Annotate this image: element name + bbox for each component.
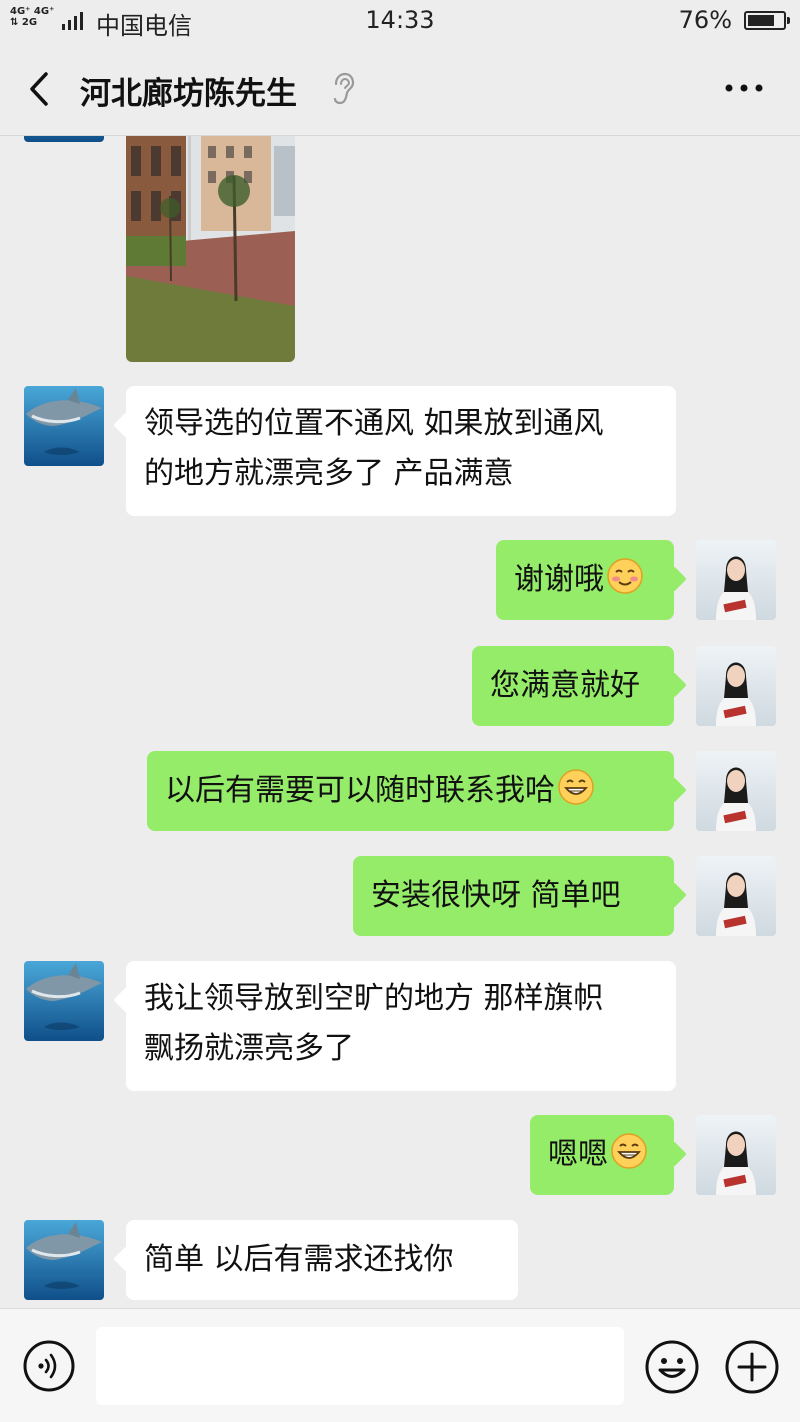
message-bubble-incoming[interactable]: 简单 以后有需求还找你 [126,1220,518,1300]
blush-emoji [607,558,643,594]
message-text: 您满意就好 [490,668,640,703]
battery-percent: 76% [678,6,732,34]
message-input[interactable] [96,1327,624,1405]
chat-messages[interactable]: 领导选的位置不通风 如果放到通风 的地方就漂亮多了 产品满意 谢谢哦 您满意就好 [0,136,800,1308]
grin-emoji [611,1133,647,1169]
my-avatar[interactable] [696,1115,776,1195]
battery-fill [748,15,774,26]
my-avatar[interactable] [696,856,776,936]
message-text-line: 的地方就漂亮多了 产品满意 [144,456,514,491]
plus-icon[interactable] [724,1339,780,1395]
message-text: 以后有需要可以随时联系我哈 [165,773,555,808]
back-arrow-icon[interactable] [22,66,58,112]
message-text: 简单 以后有需求还找你 [144,1242,454,1277]
message-bubble-outgoing[interactable]: 谢谢哦 [496,540,674,620]
contact-avatar[interactable] [24,961,104,1041]
input-bar [0,1308,800,1422]
message-text-line: 飘扬就漂亮多了 [144,1031,354,1066]
ear-icon [333,72,355,105]
message-text-line: 我让领导放到空旷的地方 那样旗帜 [144,981,604,1016]
message-text: 安装很快呀 简单吧 [371,878,621,913]
contact-avatar[interactable] [24,386,104,466]
contact-avatar[interactable] [24,1220,104,1300]
message-text-line: 领导选的位置不通风 如果放到通风 [144,406,604,441]
message-bubble-incoming[interactable]: 领导选的位置不通风 如果放到通风 的地方就漂亮多了 产品满意 [126,386,676,516]
battery-icon [744,11,790,30]
message-text: 谢谢哦 [514,562,604,597]
message-bubble-outgoing[interactable]: 以后有需要可以随时联系我哈 [147,751,674,831]
more-icon[interactable] [724,78,764,98]
status-bar: 4G⁺ 4G⁺ ⇅ 2G 中国电信 14:33 76% [0,0,800,42]
message-bubble-outgoing[interactable]: 嗯嗯 [530,1115,674,1195]
message-bubble-incoming[interactable]: 我让领导放到空旷的地方 那样旗帜 飘扬就漂亮多了 [126,961,676,1091]
my-avatar[interactable] [696,540,776,620]
contact-avatar[interactable] [24,136,104,142]
chat-title: 河北廊坊陈先生 [80,76,297,112]
message-text: 嗯嗯 [548,1137,608,1172]
message-bubble-outgoing[interactable]: 安装很快呀 简单吧 [353,856,674,936]
my-avatar[interactable] [696,751,776,831]
emoji-icon[interactable] [644,1339,700,1395]
image-message[interactable] [126,136,295,362]
grin-emoji [558,769,594,805]
my-avatar[interactable] [696,646,776,726]
message-bubble-outgoing[interactable]: 您满意就好 [472,646,674,726]
voice-icon[interactable] [22,1339,76,1393]
chat-header: 河北廊坊陈先生 [0,42,800,136]
